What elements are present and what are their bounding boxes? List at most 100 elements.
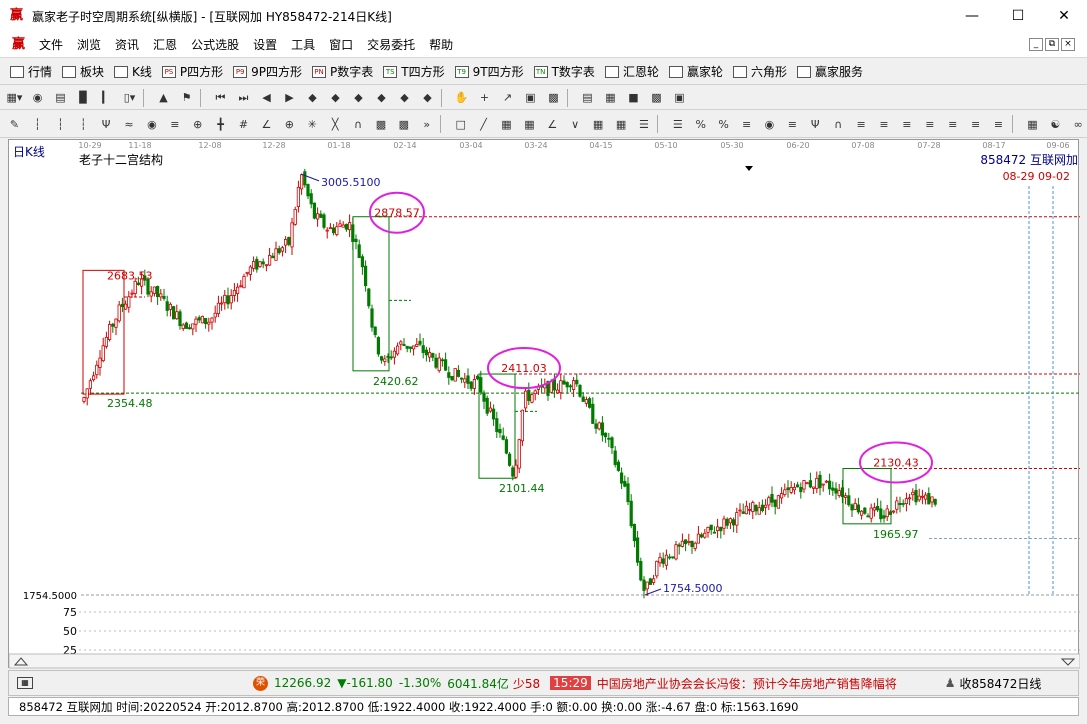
bars3-icon[interactable]: ┆ xyxy=(75,116,92,133)
menu-tools[interactable]: 工具 xyxy=(284,36,322,53)
minimize-button[interactable]: — xyxy=(949,0,995,32)
fib-icon[interactable]: ≡ xyxy=(738,116,755,133)
slant-lines-icon[interactable]: ☰ xyxy=(635,116,652,133)
tool-9t-square[interactable]: T9 9T四方形 xyxy=(454,63,524,80)
list-icon[interactable]: ☰ xyxy=(669,116,686,133)
tool-winner-wheel[interactable]: 赢家轮 xyxy=(668,63,723,80)
bars2-icon[interactable]: ┆ xyxy=(52,116,69,133)
tower2-icon[interactable]: ▩ xyxy=(395,116,412,133)
last-icon[interactable]: ⏭ xyxy=(235,89,252,106)
menu-window[interactable]: 窗口 xyxy=(322,36,360,53)
menu-trade[interactable]: 交易委托 xyxy=(360,36,422,53)
news-ticker[interactable]: 中国房地产业协会会长冯俊：预计今年房地产销售降幅将 xyxy=(597,675,937,692)
diagram-icon[interactable]: ▲ xyxy=(155,89,172,106)
pitchfork-icon[interactable]: Ψ xyxy=(807,116,824,133)
lines3-icon[interactable]: ≡ xyxy=(921,116,938,133)
speed-icon[interactable]: ≡ xyxy=(876,116,893,133)
diamond-zoom-in-icon[interactable]: ◆ xyxy=(396,89,413,106)
close-button[interactable]: ✕ xyxy=(1041,0,1087,32)
mdi-minimize-button[interactable]: _ xyxy=(1029,38,1043,51)
tool-t-square[interactable]: TS T四方形 xyxy=(383,63,445,80)
box-icon[interactable]: □ xyxy=(452,116,469,133)
flag-icon[interactable]: ⚑ xyxy=(178,89,195,106)
kline-chart[interactable]: 10-29 11-18 12-08 12-28 01-18 02-14 03-04 03-24… xyxy=(8,139,1080,669)
tool-p-square[interactable]: PS P四方形 xyxy=(161,63,223,80)
hand-icon[interactable]: ✋ xyxy=(453,89,470,106)
gold-icon[interactable]: ≡ xyxy=(853,116,870,133)
fork-icon[interactable]: Ψ xyxy=(98,116,115,133)
mdi-restore-button[interactable]: ⧉ xyxy=(1045,38,1059,51)
menu-file[interactable]: 文件 xyxy=(32,36,70,53)
tool-huien-wheel[interactable]: 汇恩轮 xyxy=(604,63,659,80)
chart-icon[interactable]: ▩ xyxy=(545,89,562,106)
circle-lines-icon[interactable]: ⊕ xyxy=(189,116,206,133)
fan-icon[interactable]: ∠ xyxy=(258,116,275,133)
menu-huien[interactable]: 汇恩 xyxy=(146,36,184,53)
arc-fib-icon[interactable]: ∩ xyxy=(830,116,847,133)
diamond-right-icon[interactable]: ◆ xyxy=(373,89,390,106)
speed2-icon[interactable]: ≡ xyxy=(898,116,915,133)
next-icon[interactable]: ▶ xyxy=(281,89,298,106)
tool-kline[interactable]: K线 xyxy=(114,63,152,80)
hash-icon[interactable]: # xyxy=(235,116,252,133)
tool-9p-square[interactable]: P9 9P四方形 xyxy=(233,63,302,80)
lines-icon[interactable]: ≡ xyxy=(166,116,183,133)
slash-icon[interactable]: ╱ xyxy=(475,116,492,133)
percent-icon[interactable]: % xyxy=(715,116,732,133)
tool-sectors[interactable]: 板块 xyxy=(62,63,104,80)
target-icon[interactable]: ⊕ xyxy=(281,116,298,133)
tool-service[interactable]: 赢家服务 xyxy=(796,63,863,80)
print-icon[interactable]: ▩ xyxy=(648,89,665,106)
weight-icon[interactable]: ◉ xyxy=(29,89,46,106)
bars-icon[interactable]: ┆ xyxy=(29,116,46,133)
cross-icon[interactable]: ╳ xyxy=(327,116,344,133)
circle-fib-icon[interactable]: ◉ xyxy=(761,116,778,133)
grid-lines-icon[interactable]: ╋ xyxy=(212,116,229,133)
box-dropdown-icon[interactable]: ▯▾ xyxy=(121,89,138,106)
first-icon[interactable]: ⏮ xyxy=(212,89,229,106)
crosshair-icon[interactable]: + xyxy=(476,89,493,106)
calculator-icon[interactable]: ▦ xyxy=(602,89,619,106)
percent-red-icon[interactable]: % xyxy=(692,116,709,133)
trend-icon[interactable]: ↗ xyxy=(499,89,516,106)
diamond-zoom-out-icon[interactable]: ◆ xyxy=(419,89,436,106)
tool-p-table[interactable]: PN P数字表 xyxy=(312,63,373,80)
vwave-icon[interactable]: ∨ xyxy=(567,116,584,133)
table-grid-icon[interactable]: ▦ xyxy=(590,116,607,133)
diamond-up-icon[interactable]: ◆ xyxy=(304,89,321,106)
angle-icon[interactable]: ∠ xyxy=(544,116,561,133)
arc-icon[interactable]: ∩ xyxy=(350,116,367,133)
menu-formula[interactable]: 公式选股 xyxy=(184,36,246,53)
tower-icon[interactable]: ▩ xyxy=(373,116,390,133)
infinity-icon[interactable]: ∞ xyxy=(1070,116,1087,133)
menu-browse[interactable]: 浏览 xyxy=(70,36,108,53)
diamond-down-icon[interactable]: ◆ xyxy=(327,89,344,106)
tool-quotes[interactable]: 行情 xyxy=(10,63,52,80)
hatch2-icon[interactable]: ▦ xyxy=(521,116,538,133)
grid-toggle-icon[interactable]: ▦ xyxy=(17,677,33,689)
export-icon[interactable]: ▣ xyxy=(671,89,688,106)
document-icon[interactable]: ▤ xyxy=(52,89,69,106)
hatch-icon[interactable]: ▦ xyxy=(498,116,515,133)
kline-small-icon[interactable]: ▉ xyxy=(75,89,92,106)
kline-alt-icon[interactable]: ▎ xyxy=(98,89,115,106)
pen-icon[interactable]: ✎ xyxy=(6,116,23,133)
menu-info[interactable]: 资讯 xyxy=(108,36,146,53)
mdi-close-button[interactable]: × xyxy=(1061,38,1075,51)
gift-icon[interactable]: ▣ xyxy=(522,89,539,106)
menu-settings[interactable]: 设置 xyxy=(246,36,284,53)
menu-help[interactable]: 帮助 xyxy=(422,36,460,53)
calendar-icon[interactable]: ▤ xyxy=(579,89,596,106)
circle-red-icon[interactable]: ◉ xyxy=(143,116,160,133)
tool-hexagon[interactable]: 六角形 xyxy=(732,63,787,80)
save-icon[interactable]: ■ xyxy=(625,89,642,106)
more-icon[interactable]: » xyxy=(418,116,435,133)
prev-icon[interactable]: ◀ xyxy=(258,89,275,106)
lines5-icon[interactable]: ≡ xyxy=(967,116,984,133)
lines4-icon[interactable]: ≡ xyxy=(944,116,961,133)
period-dropdown-icon[interactable]: ▦▾ xyxy=(6,89,23,106)
yinyang-icon[interactable]: ☯ xyxy=(1047,116,1064,133)
tool-t-table[interactable]: TN T数字表 xyxy=(533,63,595,80)
diamond-left-icon[interactable]: ◆ xyxy=(350,89,367,106)
lines6-icon[interactable]: ≡ xyxy=(990,116,1007,133)
